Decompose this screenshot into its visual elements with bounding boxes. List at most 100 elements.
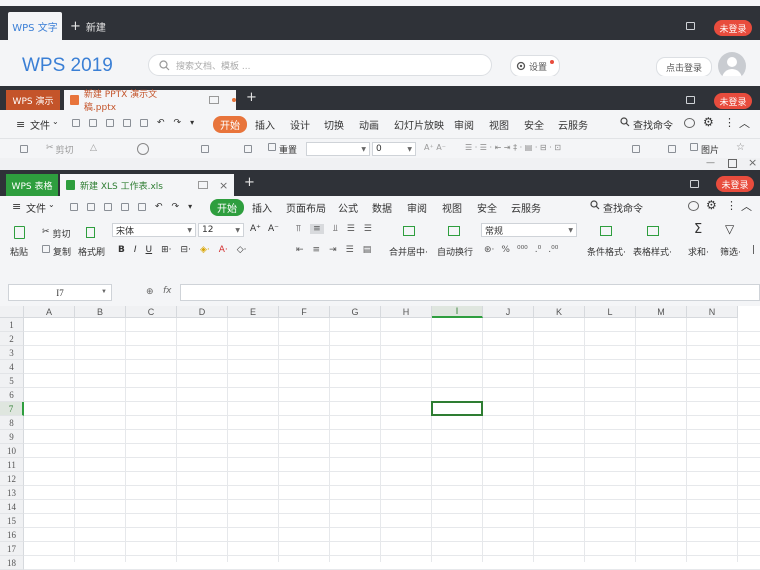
tab-cloud[interactable]: 云服务 [558,117,588,132]
tab-security[interactable]: 安全 [477,200,497,215]
border-icon[interactable]: ⊞· [161,245,171,255]
print-icon[interactable] [123,119,131,127]
font-shrink-icon[interactable]: A⁻ [268,224,279,234]
new-tab-plus-icon[interactable]: + [244,175,255,190]
row-header-2[interactable]: 2 [0,332,24,346]
more-vertical-icon[interactable]: ⋮ [726,199,737,212]
outdent-icon[interactable]: ☰ [364,224,372,234]
export-icon[interactable] [106,119,114,127]
row-header-6[interactable]: 6 [0,388,24,402]
column-header-n[interactable]: N [687,306,738,318]
tab-data[interactable]: 数据 [372,200,392,215]
list-icons[interactable]: ☰ · ☰ · ⇤ ⇥ ‡ · ▤ · ⊟ · ⊡ [465,143,561,152]
search-input[interactable]: 搜索文档、模板 ... [148,54,492,76]
clear-icon[interactable]: ◇· [237,245,247,255]
format-painter-icon[interactable] [86,227,95,238]
increase-decimal-icon[interactable]: .⁰ [535,245,541,255]
quick-access-icons[interactable]: ↶ ↷ ▾ [72,119,194,128]
collapse-ribbon-icon[interactable]: ︿ [739,115,750,131]
font-name-select[interactable]: ▼ [306,142,370,156]
fx-icon[interactable]: fx [163,286,172,296]
shape-icon[interactable] [668,145,676,153]
hamburger-icon[interactable]: ≡ [12,200,21,213]
row-header-18[interactable]: 18 [0,556,24,570]
conditional-format-button[interactable]: 条件格式· [587,245,626,258]
italic-icon[interactable]: I [134,245,137,255]
row-header-10[interactable]: 10 [0,444,24,458]
collapse-ribbon-icon[interactable]: ︿ [741,198,752,214]
textbox-icon[interactable] [632,145,640,153]
cell-grid[interactable]: ABCDEFGHIJKLMN 1 2 3 4 5 6 7 8 9 10 11 12 13 14 15 16 17… [0,306,760,570]
close-tab-icon[interactable]: × [219,179,228,192]
picture-button[interactable]: 图片 [690,143,719,156]
font-name-select[interactable]: 宋体 ▼ [112,223,196,237]
tab-cloud[interactable]: 云服务 [511,200,541,215]
gear-icon[interactable]: ⚙ [703,115,714,129]
font-style-icons[interactable]: BIU ⊞· ⊟· ◈· A· ◇· [118,245,247,255]
wrap-text-icon[interactable] [448,226,460,236]
formula-input[interactable] [180,284,760,301]
row-header-16[interactable]: 16 [0,528,24,542]
cut-button[interactable]: ✂ 剪切 [42,227,71,240]
fill-color-icon[interactable]: ◈· [200,245,210,255]
open-icon[interactable] [72,119,80,127]
decrease-decimal-icon[interactable]: .⁰⁰ [548,245,558,255]
row-header-1[interactable]: 1 [0,318,24,332]
conditional-format-icon[interactable] [600,226,612,236]
star-icon[interactable]: ☆ [736,142,745,153]
column-header-m[interactable]: M [636,306,687,318]
new-tab-plus-icon[interactable]: + [246,90,257,105]
writer-login-button[interactable]: 未登录 [714,20,752,36]
tab-view[interactable]: 视图 [489,117,509,132]
tab-start[interactable]: 开始 [210,199,244,216]
minimize-icon[interactable]: — [706,158,715,168]
undo-icon[interactable]: ↶ [157,119,165,128]
preview-icon[interactable] [138,203,146,211]
click-login-button[interactable]: 点击登录 [656,57,712,77]
window-mode-icon[interactable] [686,96,695,104]
filter-icon[interactable]: ▽ [725,222,734,236]
presentation-app-tab[interactable]: WPS 演示 [6,90,60,110]
tab-page-layout[interactable]: 页面布局 [286,200,326,215]
tab-transition[interactable]: 切换 [324,117,344,132]
number-format-select[interactable]: 常规 ▼ [481,223,577,237]
new-tab-button[interactable]: + 新建 [70,12,106,40]
row-header-3[interactable]: 3 [0,346,24,360]
gear-icon[interactable]: ⚙ [706,198,717,212]
close-icon[interactable]: × [748,156,757,169]
merge-icon[interactable]: ⊟· [181,245,191,255]
row-header-5[interactable]: 5 [0,374,24,388]
writer-app-tab[interactable]: WPS 文字 [8,12,62,40]
triangle-icon[interactable]: △ [90,143,97,153]
quick-access-icons[interactable]: ↶ ↷ ▾ [70,203,192,212]
menu-file[interactable]: 文件 [30,117,50,132]
font-grow-icons[interactable]: A⁺ A⁻ [424,143,446,152]
save-icon[interactable] [87,203,95,211]
font-color-icon[interactable]: A· [219,245,228,255]
undo-icon[interactable]: ↶ [155,203,163,212]
column-header-c[interactable]: C [126,306,177,318]
row-header-7[interactable]: 7 [0,402,24,416]
spreadsheet-app-tab[interactable]: WPS 表格 [6,174,58,196]
bold-icon[interactable]: B [118,245,125,255]
align-right-icon[interactable]: ⇥ [329,245,337,255]
spreadsheet-doc-tab[interactable]: 新建 XLS 工作表.xls × [60,174,234,196]
row-header-14[interactable]: 14 [0,500,24,514]
column-header-a[interactable]: A [24,306,75,318]
new-slide-icon[interactable] [201,145,209,153]
tab-formula[interactable]: 公式 [338,200,358,215]
tab-insert[interactable]: 插入 [255,117,275,132]
cut-button[interactable]: ✂ 剪切 [46,143,74,156]
sum-icon[interactable]: Σ [694,222,702,237]
presentation-login-button[interactable]: 未登录 [714,93,752,109]
window-mode-icon[interactable] [686,22,695,30]
tab-start[interactable]: 开始 [213,116,247,133]
tab-slideshow[interactable]: 幻灯片放映 [394,117,444,132]
window-mode-icon[interactable] [690,180,699,188]
column-header-l[interactable]: L [585,306,636,318]
redo-icon[interactable]: ↷ [172,203,180,212]
thousands-icon[interactable]: ⁰⁰⁰ [517,245,528,255]
comment-icon[interactable] [684,118,695,128]
column-header-g[interactable]: G [330,306,381,318]
save-icon[interactable] [89,119,97,127]
